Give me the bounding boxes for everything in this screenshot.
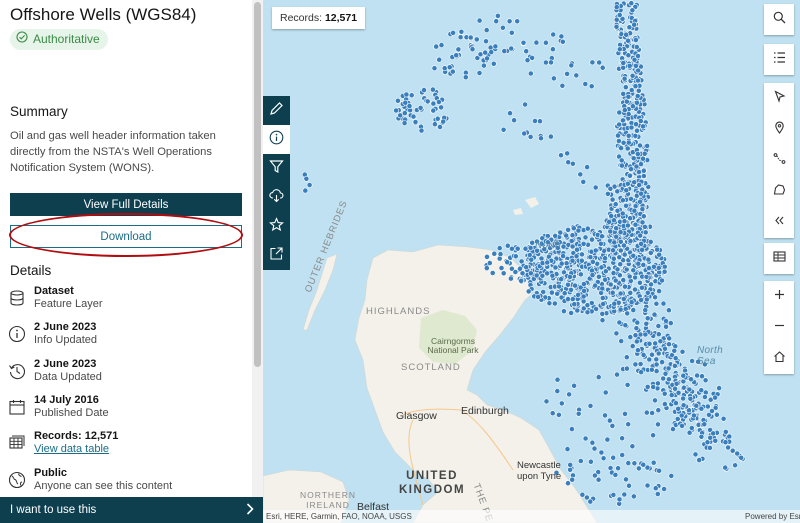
- pencil-icon: [269, 101, 284, 121]
- download-button[interactable]: Download: [10, 225, 242, 248]
- layers-icon: [8, 289, 26, 307]
- details-panel: Offshore Wells (WGS84) Authoritative Sum…: [0, 0, 263, 523]
- records-label: Records:: [280, 12, 323, 24]
- list-icon: [773, 51, 786, 69]
- label-newcastle: Newcastle upon Tyne: [517, 460, 562, 482]
- label-northern-ireland: NORTHERN IRELAND: [299, 490, 356, 510]
- measure-icon: [773, 152, 786, 170]
- chevron-right-icon: [245, 502, 255, 518]
- table-icon: [8, 434, 26, 452]
- info-icon: [8, 325, 26, 343]
- label-glasgow: Glasgow: [396, 410, 437, 422]
- cloud-download-tool-button[interactable]: [263, 183, 290, 212]
- map-tools-right: [764, 83, 794, 238]
- label-cairngorms: Cairngorms National Park: [427, 336, 479, 355]
- zoom-in-button[interactable]: [764, 281, 794, 312]
- map-view[interactable]: OUTER HEBRIDES HIGHLANDS Cairngorms Nati…: [263, 0, 800, 523]
- detail-public: Public Anyone can see this content: [8, 467, 172, 493]
- chevrons-left-icon: [773, 214, 786, 232]
- wells-layer: [301, 0, 746, 507]
- label-united-kingdom: UNITED KINGDOM: [398, 470, 466, 496]
- detail-sub: Info Updated: [34, 334, 97, 346]
- powered-by-esri[interactable]: Powered by Esri: [745, 512, 800, 521]
- detail-sub: Anyone can see this content: [34, 480, 173, 492]
- map-pin-icon: [773, 121, 786, 139]
- label-edinburgh: Edinburgh: [461, 405, 509, 417]
- i-want-to-use-this-bar[interactable]: I want to use this: [0, 497, 263, 523]
- view-data-table-link[interactable]: View data table: [34, 443, 118, 456]
- detail-main: 2 June 2023: [34, 358, 97, 370]
- check-circle-icon: [16, 29, 28, 50]
- detail-info-updated: 2 June 2023 Info Updated: [8, 321, 97, 347]
- edit-tool-button[interactable]: [263, 96, 290, 125]
- table-icon: [772, 250, 786, 268]
- favorite-tool-button[interactable]: [263, 212, 290, 241]
- legend-button[interactable]: [764, 44, 794, 75]
- detail-records: Records: 12,571 View data table: [8, 430, 118, 456]
- cursor-icon: [773, 89, 786, 108]
- map-shape-icon: [773, 183, 786, 201]
- measure-button[interactable]: [764, 145, 794, 176]
- calendar-icon: [8, 398, 26, 416]
- search-icon: [773, 11, 786, 29]
- filter-icon: [269, 159, 284, 179]
- records-value: 12,571: [324, 12, 358, 24]
- basemap-button[interactable]: [764, 176, 794, 207]
- globe-icon: [8, 471, 26, 489]
- detail-sub: Data Updated: [34, 371, 102, 383]
- detail-published: 14 July 2016 Published Date: [8, 394, 109, 420]
- badge-label: Authoritative: [33, 32, 100, 46]
- share-tool-button[interactable]: [263, 241, 290, 270]
- label-highlands: HIGHLANDS: [366, 306, 431, 317]
- records-count-box: Records: 12,571: [272, 7, 366, 29]
- detail-sub: Published Date: [34, 407, 109, 419]
- zoom-out-button[interactable]: [764, 312, 794, 343]
- search-toolbar: [764, 4, 794, 35]
- detail-main: Public: [34, 467, 68, 479]
- collapse-button[interactable]: [764, 207, 794, 238]
- share-icon: [269, 246, 284, 266]
- footer-label: I want to use this: [10, 504, 97, 516]
- label-scotland: SCOTLAND: [401, 362, 461, 373]
- scrollbar-thumb[interactable]: [254, 2, 261, 367]
- star-icon: [268, 216, 285, 237]
- search-button[interactable]: [764, 4, 794, 35]
- label-north: North: [535, 240, 561, 251]
- item-title: Offshore Wells (WGS84): [10, 5, 197, 24]
- summary-heading: Summary: [10, 104, 68, 119]
- authoritative-badge: Authoritative: [10, 29, 108, 50]
- summary-text: Oil and gas well header information take…: [10, 130, 216, 174]
- info-tool-button[interactable]: [263, 125, 290, 154]
- locate-button[interactable]: [764, 114, 794, 145]
- detail-main: Records: 12,571: [34, 430, 119, 442]
- attribution-text: Esri, HERE, Garmin, FAO, NOAA, USGS: [266, 512, 412, 521]
- detail-main: 2 June 2023: [34, 321, 97, 333]
- label-north-sea: North Sea: [697, 345, 723, 367]
- minus-icon: [773, 319, 786, 337]
- detail-dataset: Dataset Feature Layer: [8, 285, 102, 311]
- plus-icon: [773, 288, 786, 306]
- zoom-toolbar: [764, 281, 794, 374]
- info-icon: [269, 130, 284, 150]
- detail-sub: Feature Layer: [34, 298, 103, 310]
- table-toolbar: [764, 243, 794, 274]
- view-full-details-button[interactable]: View Full Details: [10, 193, 242, 216]
- home-icon: [773, 350, 786, 368]
- cloud-download-icon: [269, 188, 284, 208]
- details-heading: Details: [10, 263, 52, 278]
- detail-data-updated: 2 June 2023 Data Updated: [8, 358, 102, 384]
- legend-toolbar: [764, 44, 794, 75]
- attribute-table-button[interactable]: [764, 243, 794, 274]
- detail-main: Dataset: [34, 285, 74, 297]
- detail-main: 14 July 2016: [34, 394, 99, 406]
- history-icon: [8, 362, 26, 380]
- details-panel-content: Offshore Wells (WGS84) Authoritative Sum…: [0, 0, 252, 497]
- panel-scrollbar[interactable]: [252, 0, 263, 497]
- map-tools-left: [263, 96, 290, 270]
- select-button[interactable]: [764, 83, 794, 114]
- filter-tool-button[interactable]: [263, 154, 290, 183]
- home-button[interactable]: [764, 343, 794, 374]
